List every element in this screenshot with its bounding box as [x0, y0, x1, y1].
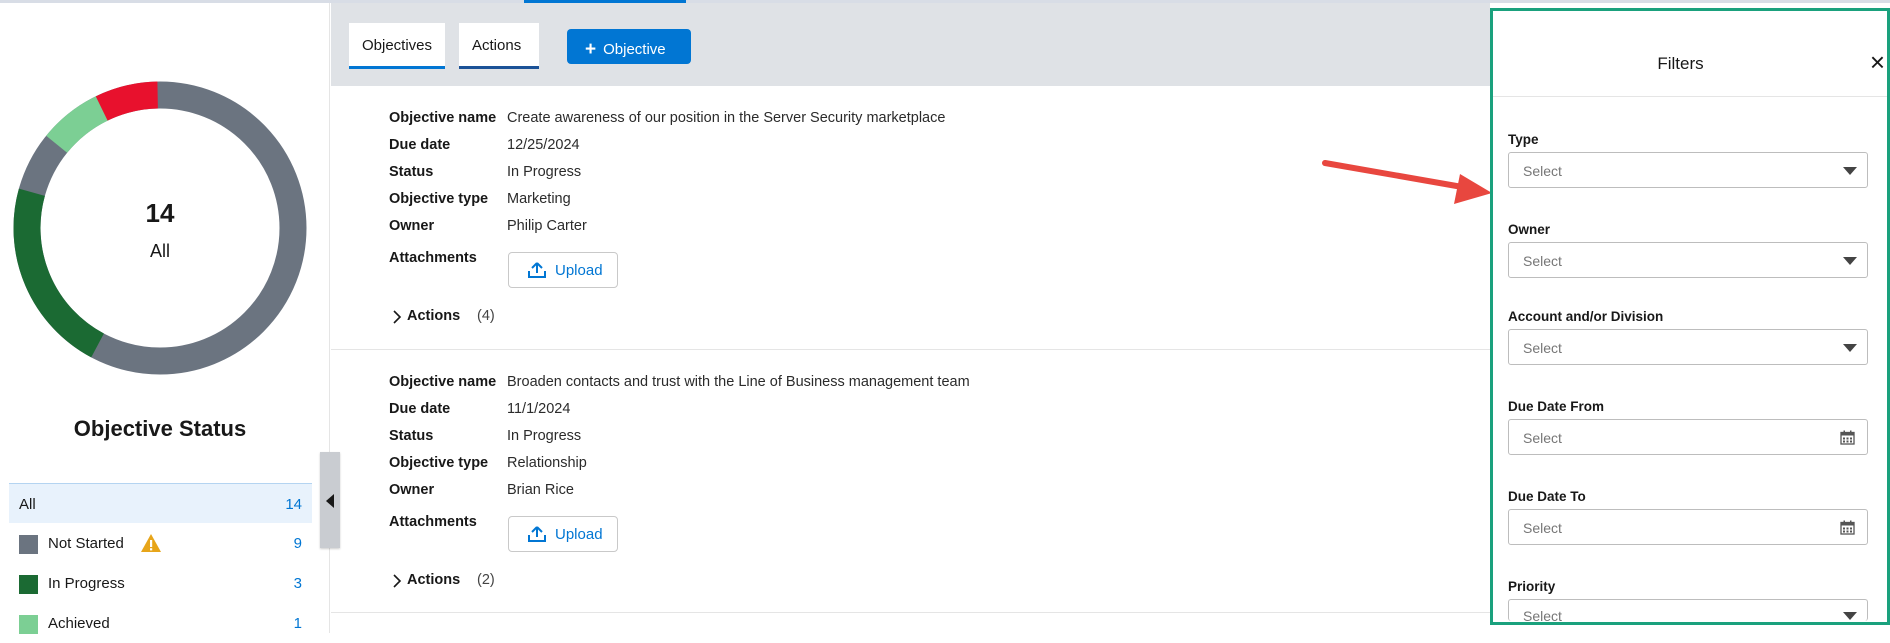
- field-value: Relationship: [507, 455, 587, 471]
- field-label: Due date: [389, 137, 451, 153]
- filters-title: Filters: [1657, 54, 1704, 73]
- field-label: Owner: [389, 482, 435, 498]
- status-item-label: All: [19, 496, 36, 513]
- field-value: Broaden contacts and trust with the Line…: [507, 374, 970, 390]
- status-swatch: [19, 615, 38, 634]
- upload-label: Upload: [555, 262, 603, 279]
- status-item-all[interactable]: All 14: [9, 483, 312, 523]
- date-placeholder: Select: [1523, 430, 1562, 446]
- field-label: Status: [389, 164, 434, 180]
- filters-panel: Filters × Type Select Owner Select Accou…: [1490, 8, 1890, 625]
- status-panel-title: Objective Status: [73, 416, 247, 441]
- filter-label: Due Date To: [1508, 489, 1586, 504]
- field-value: Create awareness of our position in the …: [507, 110, 946, 126]
- donut-total-label: All: [149, 241, 170, 261]
- select-placeholder: Select: [1523, 608, 1562, 624]
- select-placeholder: Select: [1523, 163, 1562, 179]
- filter-label: Due Date From: [1508, 399, 1605, 414]
- actions-label: Actions: [407, 572, 461, 588]
- status-item-in-progress[interactable]: In Progress 3: [9, 563, 312, 603]
- field-label: Attachments: [389, 514, 477, 530]
- status-legend-list: All 14 Not Started 9 In Progress 3 Achie…: [9, 483, 312, 643]
- chevron-down-icon: [1843, 612, 1857, 620]
- status-item-label: In Progress: [48, 575, 125, 592]
- add-objective-button[interactable]: + Objective: [567, 29, 691, 64]
- status-item-not-started[interactable]: Not Started 9: [9, 523, 312, 563]
- status-item-count: 1: [293, 615, 302, 632]
- upload-button[interactable]: Upload: [508, 516, 618, 552]
- filter-type: Type Select: [1508, 132, 1871, 188]
- actions-count: (4): [477, 308, 495, 324]
- actions-label: Actions: [407, 308, 461, 324]
- chevron-down-icon: [1843, 167, 1857, 175]
- filter-owner: Owner Select: [1508, 222, 1871, 278]
- select-placeholder: Select: [1523, 340, 1562, 356]
- chevron-right-icon: [393, 310, 402, 324]
- field-label: Objective type: [389, 455, 489, 471]
- status-swatch: [19, 535, 38, 554]
- tab-objectives[interactable]: Objectives: [349, 23, 445, 69]
- date-placeholder: Select: [1523, 520, 1562, 536]
- chevron-right-icon: [393, 574, 402, 588]
- field-label: Status: [389, 428, 434, 444]
- filters-divider: [1493, 96, 1887, 97]
- objective-card: Objective name Create awareness of our p…: [331, 86, 1490, 350]
- due-date-to-input[interactable]: Select: [1508, 509, 1868, 545]
- filter-label: Owner: [1508, 222, 1551, 237]
- filter-priority: Priority Select: [1508, 579, 1871, 624]
- field-value: Philip Carter: [507, 218, 587, 234]
- owner-select[interactable]: Select: [1508, 242, 1868, 278]
- priority-select[interactable]: Select: [1508, 599, 1868, 624]
- field-label: Due date: [389, 401, 451, 417]
- filter-label: Account and/or Division: [1508, 309, 1664, 324]
- field-label: Objective type: [389, 191, 489, 207]
- field-label: Attachments: [389, 250, 477, 266]
- add-objective-label: Objective: [603, 41, 666, 58]
- status-item-label: Achieved: [48, 615, 110, 632]
- calendar-icon[interactable]: [1840, 430, 1855, 445]
- status-item-achieved[interactable]: Achieved 1: [9, 603, 312, 643]
- close-icon[interactable]: ×: [1870, 49, 1885, 75]
- field-value: Marketing: [507, 191, 571, 207]
- calendar-icon[interactable]: [1840, 520, 1855, 535]
- actions-count: (2): [477, 572, 495, 588]
- field-value: Brian Rice: [507, 482, 574, 498]
- chevron-down-icon: [1843, 344, 1857, 352]
- warning-icon: [141, 534, 161, 552]
- field-label: Objective name: [389, 110, 497, 126]
- status-item-count: 3: [293, 575, 302, 592]
- status-item-label: Not Started: [48, 535, 124, 552]
- account-division-select[interactable]: Select: [1508, 329, 1868, 365]
- annotation-arrow: [1322, 160, 1492, 204]
- upload-icon: [528, 526, 546, 542]
- donut-total: 14: [145, 198, 175, 228]
- field-value: In Progress: [507, 164, 582, 180]
- type-select[interactable]: Select: [1508, 152, 1868, 188]
- objective-status-panel: 14 All Objective Status All 14 Not Start…: [0, 3, 330, 634]
- field-value: In Progress: [507, 428, 582, 444]
- field-label: Objective name: [389, 374, 497, 390]
- due-date-from-input[interactable]: Select: [1508, 419, 1868, 455]
- filter-label: Type: [1508, 132, 1539, 147]
- filter-due-date-from: Due Date From Select: [1508, 399, 1871, 455]
- chevron-down-icon: [1843, 257, 1857, 265]
- filter-account-division: Account and/or Division Select: [1508, 309, 1871, 365]
- plus-icon: +: [585, 39, 597, 60]
- objective-card: Objective name Broaden contacts and trus…: [331, 350, 1490, 613]
- field-value: 12/25/2024: [507, 137, 580, 153]
- upload-button[interactable]: Upload: [508, 252, 618, 288]
- objectives-header-bar: Objectives Actions + Objective: [331, 3, 1490, 86]
- field-value: 11/1/2024: [507, 401, 571, 417]
- tab-actions[interactable]: Actions: [459, 23, 539, 69]
- upload-icon: [528, 262, 546, 278]
- status-swatch: [19, 575, 38, 594]
- status-item-count: 9: [293, 535, 302, 552]
- status-item-count: 14: [285, 496, 302, 513]
- field-label: Owner: [389, 218, 435, 234]
- select-placeholder: Select: [1523, 253, 1562, 269]
- filter-label: Priority: [1508, 579, 1556, 594]
- filter-due-date-to: Due Date To Select: [1508, 489, 1871, 545]
- upload-label: Upload: [555, 526, 603, 543]
